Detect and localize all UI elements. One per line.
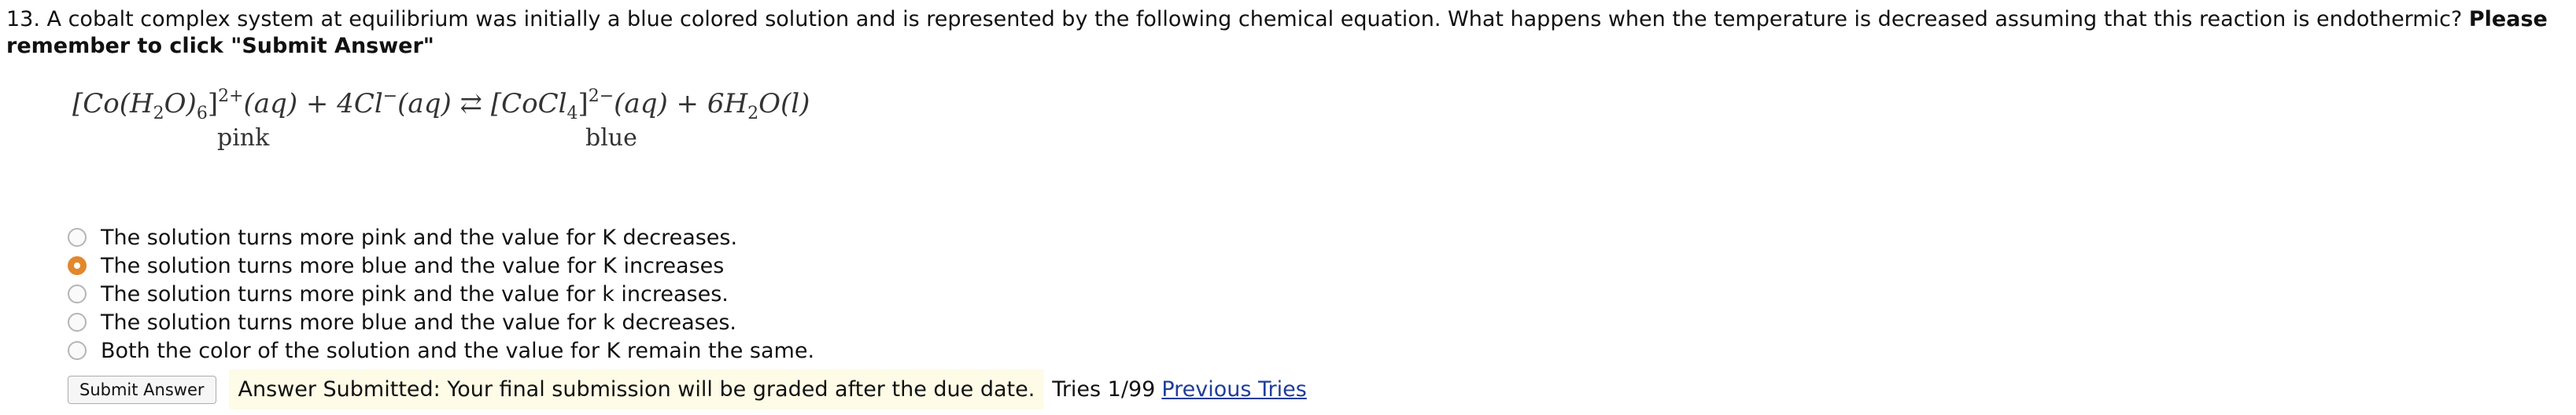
- question-body: 13. A cobalt complex system at equilibri…: [6, 7, 2469, 31]
- option-label: Both the color of the solution and the v…: [101, 338, 815, 363]
- option-5[interactable]: Both the color of the solution and the v…: [68, 336, 814, 365]
- tries-count: Tries 1/99: [1052, 377, 1156, 402]
- submission-status: Answer Submitted: Your final submission …: [228, 369, 1045, 409]
- question-text: 13. A cobalt complex system at equilibri…: [6, 6, 2556, 60]
- radio-button[interactable]: [68, 228, 87, 247]
- eq-subscript: 2: [153, 104, 164, 123]
- option-label: The solution turns more pink and the val…: [101, 281, 729, 307]
- submit-answer-button[interactable]: Submit Answer: [68, 375, 216, 404]
- eq-part: (aq) + 6H: [614, 88, 748, 119]
- eq-part: O(l): [758, 88, 810, 119]
- radio-button-selected[interactable]: [68, 256, 87, 275]
- option-label: The solution turns more pink and the val…: [101, 225, 738, 250]
- eq-part: O): [164, 88, 197, 119]
- eq-charge: −: [382, 86, 398, 106]
- eq-part: (aq) ⇄ [CoCl: [397, 88, 567, 119]
- eq-part: (aq) + 4Cl: [243, 88, 383, 119]
- previous-tries-link[interactable]: Previous Tries: [1161, 377, 1307, 402]
- chemical-equation: [Co(H2O)6]2+(aq) + 4Cl−(aq) ⇄ [CoCl4]2−(…: [72, 86, 810, 123]
- eq-bracket: ]: [207, 88, 219, 119]
- problem-page: 13. A cobalt complex system at equilibri…: [0, 0, 2576, 415]
- radio-button[interactable]: [68, 313, 87, 332]
- option-1[interactable]: The solution turns more pink and the val…: [68, 223, 814, 252]
- option-3[interactable]: The solution turns more pink and the val…: [68, 280, 814, 308]
- answer-footer: Submit Answer Answer Submitted: Your fin…: [68, 369, 1307, 409]
- option-label: The solution turns more blue and the val…: [101, 310, 736, 335]
- eq-charge: 2+: [218, 86, 244, 106]
- eq-charge: 2−: [588, 86, 614, 106]
- radio-button[interactable]: [68, 285, 87, 303]
- eq-subscript: 4: [566, 104, 578, 123]
- label-blue: blue: [585, 124, 637, 152]
- eq-subscript: 6: [196, 104, 208, 123]
- eq-subscript: 2: [747, 104, 759, 123]
- option-2[interactable]: The solution turns more blue and the val…: [68, 252, 814, 280]
- eq-bracket: ]: [578, 88, 589, 119]
- label-pink: pink: [217, 124, 270, 152]
- answer-options: The solution turns more pink and the val…: [68, 223, 814, 365]
- option-label: The solution turns more blue and the val…: [101, 253, 725, 278]
- eq-part: [Co(H: [72, 88, 153, 119]
- option-4[interactable]: The solution turns more blue and the val…: [68, 308, 814, 336]
- radio-button[interactable]: [68, 341, 87, 360]
